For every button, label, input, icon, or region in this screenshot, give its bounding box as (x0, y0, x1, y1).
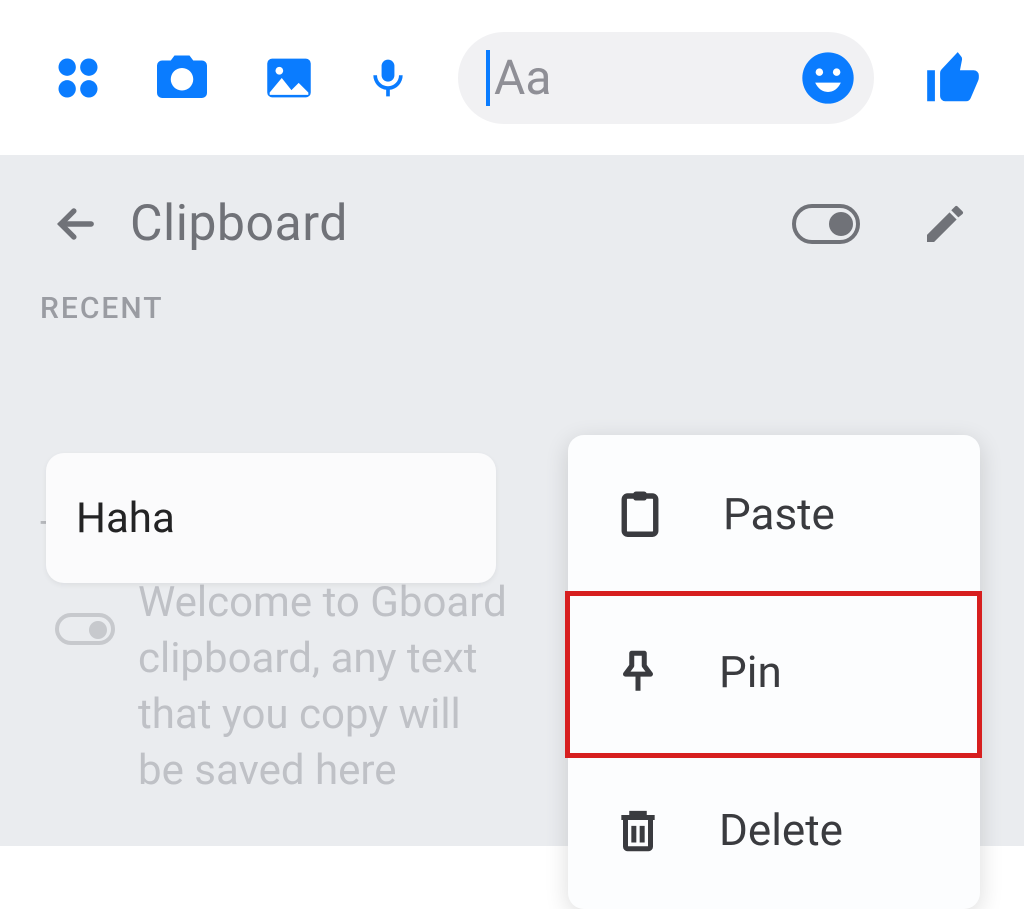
microphone-icon[interactable] (366, 49, 410, 107)
context-menu: Paste Pin Delete (568, 435, 980, 909)
clipboard-item-text: Haha (76, 494, 175, 543)
back-icon[interactable] (50, 198, 102, 250)
thumbs-up-icon[interactable] (922, 47, 984, 109)
menu-paste[interactable]: Paste (568, 435, 980, 593)
menu-delete-label: Delete (719, 804, 843, 856)
clipboard-item[interactable]: Haha (46, 453, 496, 583)
decorative-toggle-icon (55, 613, 115, 645)
menu-pin-label: Pin (719, 646, 782, 698)
menu-delete[interactable]: Delete (568, 751, 980, 909)
compose-toolbar: Aa (0, 0, 1024, 155)
gallery-icon[interactable] (260, 49, 318, 107)
input-placeholder: Aa (494, 49, 551, 106)
menu-paste-label: Paste (723, 488, 835, 540)
clipboard-header: Clipboard (0, 155, 1024, 273)
apps-icon[interactable] (52, 52, 104, 104)
clipboard-toggle-icon[interactable] (791, 203, 861, 245)
camera-icon[interactable] (152, 48, 212, 108)
emoji-icon[interactable] (800, 50, 856, 106)
clipboard-title: Clipboard (130, 195, 791, 253)
text-cursor (486, 50, 490, 106)
edit-icon[interactable] (921, 200, 969, 248)
welcome-tip-text: Welcome to Gboard clipboard, any text th… (138, 575, 508, 799)
message-input[interactable]: Aa (458, 32, 874, 124)
clipboard-panel: Clipboard RECENT TI Welcome to Gboard cl… (0, 155, 1024, 846)
menu-pin[interactable]: Pin (568, 593, 980, 751)
recent-label: RECENT (0, 273, 1024, 326)
